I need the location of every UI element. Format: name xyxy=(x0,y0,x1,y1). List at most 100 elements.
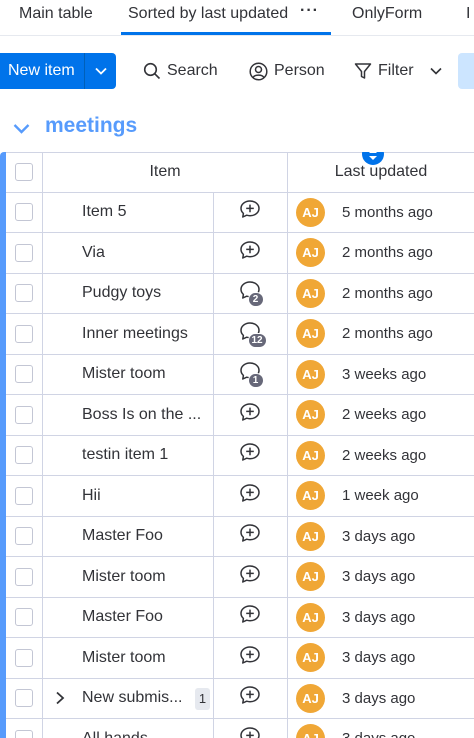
add-update-icon[interactable] xyxy=(238,726,264,738)
table-row: New submis... 1 AJ 3 days ago xyxy=(6,678,474,719)
last-updated-cell: AJ 2 months ago xyxy=(288,314,474,354)
item-name[interactable]: Master Foo xyxy=(43,608,213,626)
tab-partial[interactable]: I xyxy=(466,5,470,23)
add-update-icon[interactable] xyxy=(238,685,264,711)
chevron-down-icon[interactable] xyxy=(13,121,30,139)
item-cell: Hii xyxy=(43,476,214,516)
add-update-icon[interactable] xyxy=(238,645,264,671)
item-name[interactable]: Boss Is on the ... xyxy=(43,406,213,424)
row-checkbox[interactable] xyxy=(15,203,33,222)
row-checkbox[interactable] xyxy=(15,729,33,738)
item-name[interactable]: Mister toom xyxy=(43,365,213,383)
avatar[interactable]: AJ xyxy=(296,238,325,268)
row-select-cell xyxy=(6,435,43,475)
avatar[interactable]: AJ xyxy=(296,562,325,592)
add-update-icon[interactable] xyxy=(238,604,264,630)
subitems-count[interactable]: 1 xyxy=(195,687,210,710)
row-select-cell xyxy=(6,233,43,273)
item-name[interactable]: Hii xyxy=(43,487,213,505)
add-update-icon[interactable] xyxy=(238,523,264,549)
conversation-icon[interactable]: 1 xyxy=(238,361,264,389)
avatar[interactable]: AJ xyxy=(296,319,325,349)
row-checkbox[interactable] xyxy=(15,365,33,384)
table-row: Boss Is on the ... AJ 2 weeks ago xyxy=(6,395,474,436)
add-update-icon[interactable] xyxy=(238,199,264,225)
row-checkbox[interactable] xyxy=(15,608,33,627)
row-checkbox[interactable] xyxy=(15,486,33,505)
avatar[interactable]: AJ xyxy=(296,440,325,470)
updates-cell xyxy=(214,192,288,232)
add-update-icon[interactable] xyxy=(238,564,264,590)
add-update-icon[interactable] xyxy=(238,442,264,468)
last-updated-text: 3 days ago xyxy=(342,568,416,586)
table-row: testin item 1 AJ 2 weeks ago xyxy=(6,435,474,476)
table-row: Mister toom 1 AJ 3 weeks ago xyxy=(6,354,474,395)
row-checkbox[interactable] xyxy=(15,243,33,262)
avatar[interactable]: AJ xyxy=(296,724,325,738)
tab-onlyform[interactable]: OnlyForm xyxy=(352,5,422,23)
avatar[interactable]: AJ xyxy=(296,197,325,227)
row-checkbox[interactable] xyxy=(15,527,33,546)
item-name[interactable]: Item 5 xyxy=(43,203,213,221)
last-updated-cell: AJ 3 days ago xyxy=(288,679,474,719)
chevron-down-icon[interactable] xyxy=(429,67,442,75)
tab-sorted-by-last-updated[interactable]: Sorted by last updated xyxy=(128,5,288,23)
column-header-item[interactable]: Item xyxy=(43,153,288,192)
updates-cell: 1 xyxy=(214,354,288,394)
group-title[interactable]: meetings xyxy=(45,114,137,138)
chevron-down-icon[interactable] xyxy=(85,53,116,89)
item-name[interactable]: Mister toom xyxy=(43,568,213,586)
row-checkbox[interactable] xyxy=(15,405,33,424)
view-tabs: Main table Sorted by last updated ··· On… xyxy=(0,0,474,36)
row-checkbox[interactable] xyxy=(15,324,33,343)
conversation-icon[interactable]: 12 xyxy=(238,321,267,348)
avatar[interactable]: AJ xyxy=(296,521,325,551)
add-update-icon[interactable] xyxy=(238,240,264,266)
item-name[interactable]: Mister toom xyxy=(43,649,213,667)
row-checkbox[interactable] xyxy=(15,648,33,667)
search-icon xyxy=(143,62,161,80)
avatar[interactable]: AJ xyxy=(296,683,325,713)
table-header: Item Last updated xyxy=(6,152,474,193)
filter-button[interactable]: Filter xyxy=(354,53,442,89)
item-name[interactable]: Pudgy toys xyxy=(43,284,213,302)
conversation-icon[interactable]: 2 xyxy=(238,280,264,308)
select-all-checkbox[interactable] xyxy=(15,163,33,182)
partial-toolbar-button[interactable] xyxy=(458,53,474,89)
new-item-label[interactable]: New item xyxy=(0,62,84,80)
filter-label: Filter xyxy=(378,62,414,79)
item-name[interactable]: All hands xyxy=(43,730,213,738)
updates-cell xyxy=(214,233,288,273)
avatar[interactable]: AJ xyxy=(296,602,325,632)
person-filter-button[interactable]: Person xyxy=(249,53,325,89)
item-name[interactable]: New submis... xyxy=(43,689,213,707)
item-name[interactable]: Inner meetings xyxy=(43,325,213,343)
avatar[interactable]: AJ xyxy=(296,481,325,511)
item-cell: Master Foo xyxy=(43,516,214,556)
row-select-cell xyxy=(6,557,43,597)
avatar[interactable]: AJ xyxy=(296,278,325,308)
add-update-icon[interactable] xyxy=(238,483,264,509)
row-checkbox[interactable] xyxy=(15,446,33,465)
item-name[interactable]: Master Foo xyxy=(43,527,213,545)
row-checkbox[interactable] xyxy=(15,284,33,303)
toolbar: New item Search Person Filter xyxy=(0,53,474,89)
row-select-cell xyxy=(6,638,43,678)
add-update-icon[interactable] xyxy=(238,402,264,428)
item-cell: All hands xyxy=(43,719,214,738)
item-name[interactable]: testin item 1 xyxy=(43,446,213,464)
last-updated-text: 3 days ago xyxy=(342,689,416,707)
avatar[interactable]: AJ xyxy=(296,359,325,389)
row-checkbox[interactable] xyxy=(15,689,33,708)
search-button[interactable]: Search xyxy=(143,53,218,89)
row-checkbox[interactable] xyxy=(15,567,33,586)
tab-main-table[interactable]: Main table xyxy=(19,5,93,23)
last-updated-cell: AJ 3 days ago xyxy=(288,517,474,557)
tab-more-icon[interactable]: ··· xyxy=(300,2,319,20)
table-row: Item 5 AJ 5 months ago xyxy=(6,192,474,233)
chevron-right-icon[interactable] xyxy=(55,691,65,710)
item-name[interactable]: Via xyxy=(43,244,213,262)
item-cell: Mister toom xyxy=(43,557,214,597)
avatar[interactable]: AJ xyxy=(296,643,325,673)
avatar[interactable]: AJ xyxy=(296,400,325,430)
